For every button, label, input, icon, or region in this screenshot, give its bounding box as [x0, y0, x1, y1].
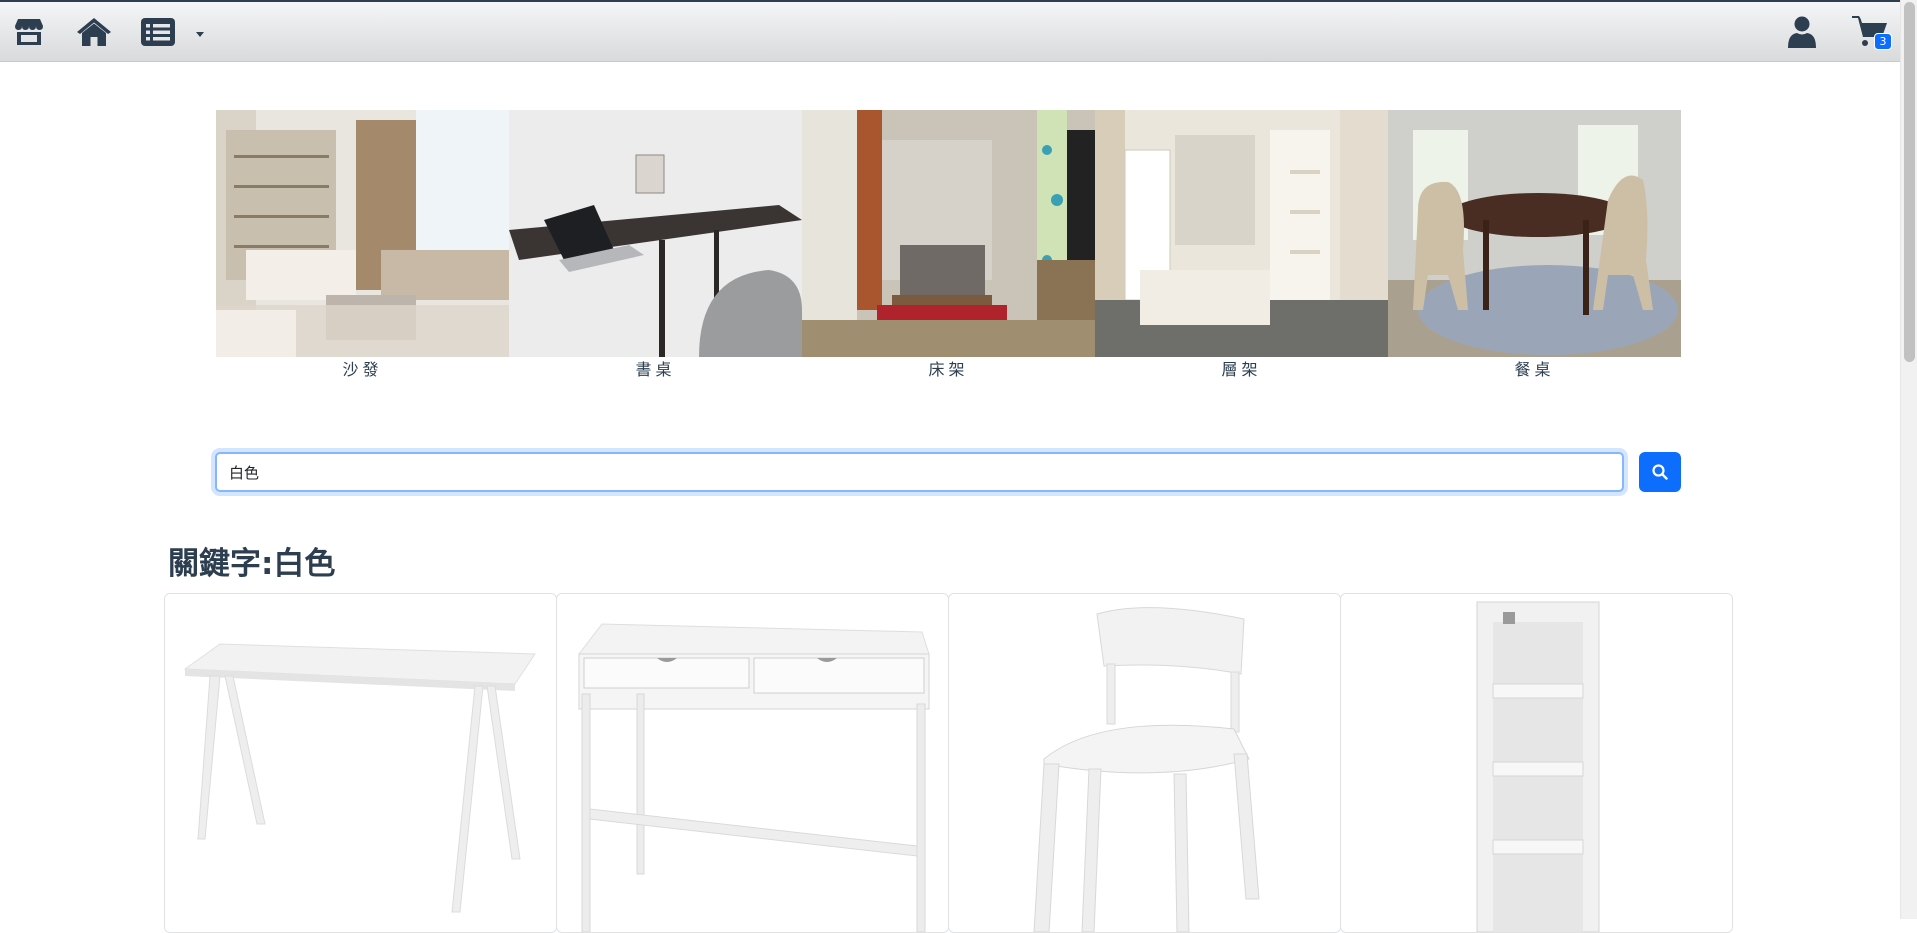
top-navbar: 3	[0, 0, 1900, 62]
category-label: 床架	[928, 360, 969, 379]
product-card[interactable]	[164, 593, 557, 933]
sofa-photo[interactable]	[216, 110, 509, 357]
white-desk-photo[interactable]	[165, 594, 556, 932]
category-shelf[interactable]: 層架	[1095, 110, 1388, 380]
product-card[interactable]	[948, 593, 1341, 933]
category-sofa[interactable]: 沙發	[216, 110, 509, 380]
menu-dropdown-button[interactable]	[141, 12, 203, 52]
category-label: 餐桌	[1514, 360, 1555, 379]
search-results-title: 關鍵字:白色	[168, 546, 336, 582]
scrollbar-thumb[interactable]	[1904, 2, 1915, 362]
chevron-down-icon	[196, 32, 204, 37]
cart-button[interactable]: 3	[1850, 12, 1892, 52]
shelf-photo[interactable]	[1095, 110, 1388, 357]
category-bed[interactable]: 床架	[802, 110, 1095, 380]
dining-table-photo[interactable]	[1388, 110, 1681, 357]
home-icon	[77, 18, 111, 46]
category-desk[interactable]: 書桌	[509, 110, 802, 380]
scrollbar[interactable]	[1900, 0, 1917, 919]
user-icon	[1788, 16, 1816, 48]
product-grid	[164, 593, 1734, 933]
search-bar	[215, 452, 1681, 492]
product-card[interactable]	[556, 593, 949, 933]
user-button[interactable]	[1787, 12, 1817, 52]
desk-photo[interactable]	[509, 110, 802, 357]
category-label: 書桌	[635, 360, 676, 379]
search-icon	[1652, 464, 1668, 480]
category-dining-table[interactable]: 餐桌	[1388, 110, 1681, 380]
search-input[interactable]	[215, 452, 1624, 492]
category-label: 沙發	[342, 360, 383, 379]
search-button[interactable]	[1639, 452, 1681, 492]
home-button[interactable]	[76, 12, 112, 52]
white-shelf-photo[interactable]	[1341, 594, 1732, 932]
category-banner: 沙發 書桌 床架 層架 餐桌	[216, 110, 1681, 380]
category-label: 層架	[1221, 360, 1262, 379]
white-chair-photo[interactable]	[949, 594, 1340, 932]
list-icon	[141, 18, 175, 46]
store-button[interactable]	[12, 12, 46, 52]
cart-count-badge: 3	[1874, 33, 1892, 50]
product-card[interactable]	[1340, 593, 1733, 933]
bed-photo[interactable]	[802, 110, 1095, 357]
store-icon	[15, 19, 43, 45]
white-desk-drawers-photo[interactable]	[557, 594, 948, 932]
